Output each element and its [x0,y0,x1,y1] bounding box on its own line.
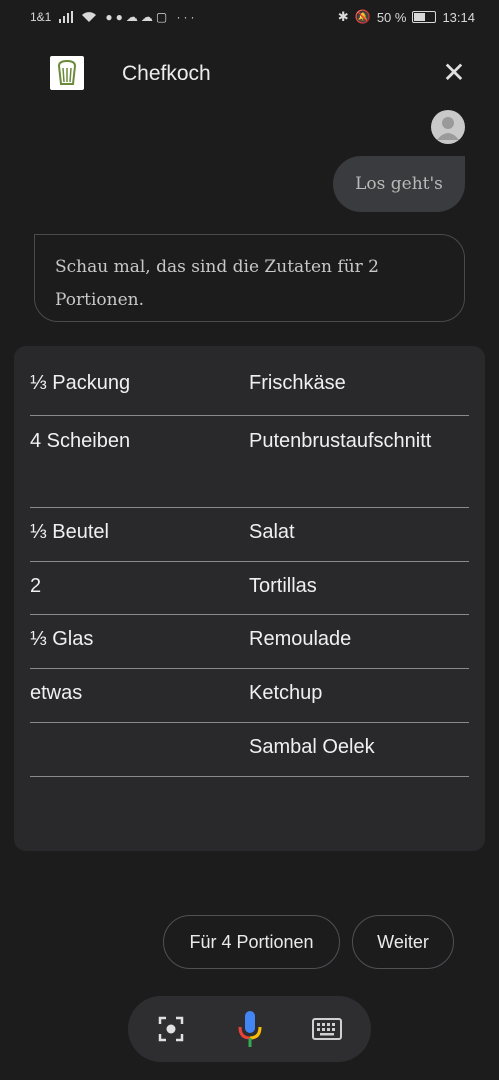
ingredient-row: Sambal Oelek [30,723,469,777]
ingredient-name: Putenbrustaufschnitt [249,430,432,452]
ingredient-row: 2 Tortillas [30,562,469,615]
notification-icons: ●●☁☁▢ ··· [105,10,198,24]
status-left: 1&1 ●●☁☁▢ ··· [30,10,198,24]
ingredient-qty: ⅓ Packung [30,372,131,394]
lens-icon[interactable] [155,1013,187,1045]
next-label: Weiter [377,931,429,952]
battery-icon [412,11,437,23]
status-right: ✱ 🔕 50 % 13:14 [338,9,475,25]
keyboard-icon[interactable] [311,1013,343,1045]
ingredient-name: Frischkäse [249,372,346,394]
user-avatar [431,110,465,144]
ingredient-name: Sambal Oelek [249,736,375,758]
ingredient-qty: ⅓ Beutel [30,521,109,543]
bot-message-line-2: Portionen. [55,290,144,310]
next-button[interactable]: Weiter [352,915,454,969]
ingredient-qty: 2 [30,575,42,597]
ingredient-row: ⅓ Beutel Salat [30,508,469,562]
assistant-bar [128,996,371,1062]
status-bar: 1&1 ●●☁☁▢ ··· ✱ 🔕 50 % 13:14 [0,0,499,36]
ingredient-qty: etwas [30,682,83,704]
ingredient-name: Remoulade [249,628,352,650]
bot-message-line-1: Schau mal, das sind die Zutaten für 2 [55,257,379,277]
ingredient-qty: 4 Scheiben [30,430,131,452]
ingredients-card: ⅓ Packung Frischkäse 4 Scheiben Putenbru… [14,346,485,851]
clock: 13:14 [442,9,475,25]
ingredient-name: Salat [249,521,295,543]
portions-4-label: Für 4 Portionen [189,931,314,952]
user-message-bubble: Los geht's [333,156,465,212]
portions-4-button[interactable]: Für 4 Portionen [163,915,340,969]
battery-percent: 50 % [376,9,407,25]
mute-icon: 🔕 [354,9,371,24]
user-message-text: Los geht's [355,174,443,194]
bluetooth-icon: ✱ [337,9,349,24]
wifi-icon [82,12,97,22]
ingredient-row: 4 Scheiben Putenbrustaufschnitt [30,416,469,508]
header: Chefkoch ✕ [0,40,499,110]
app-title: Chefkoch [122,62,211,85]
ingredient-row: ⅓ Glas Remoulade [30,615,469,669]
close-icon[interactable]: ✕ [439,58,469,88]
chefkoch-logo-icon [50,56,84,90]
carrier-label: 1&1 [30,10,52,24]
ingredient-name: Ketchup [249,682,323,704]
bot-message-bubble: Schau mal, das sind die Zutaten für 2 Po… [34,234,465,322]
ingredient-qty: ⅓ Glas [30,628,94,650]
ingredient-row: etwas Ketchup [30,669,469,723]
ingredient-name: Tortillas [249,575,317,597]
microphone-icon[interactable] [234,1009,266,1049]
signal-icon [59,11,74,23]
ingredient-row: ⅓ Packung Frischkäse [30,346,469,416]
